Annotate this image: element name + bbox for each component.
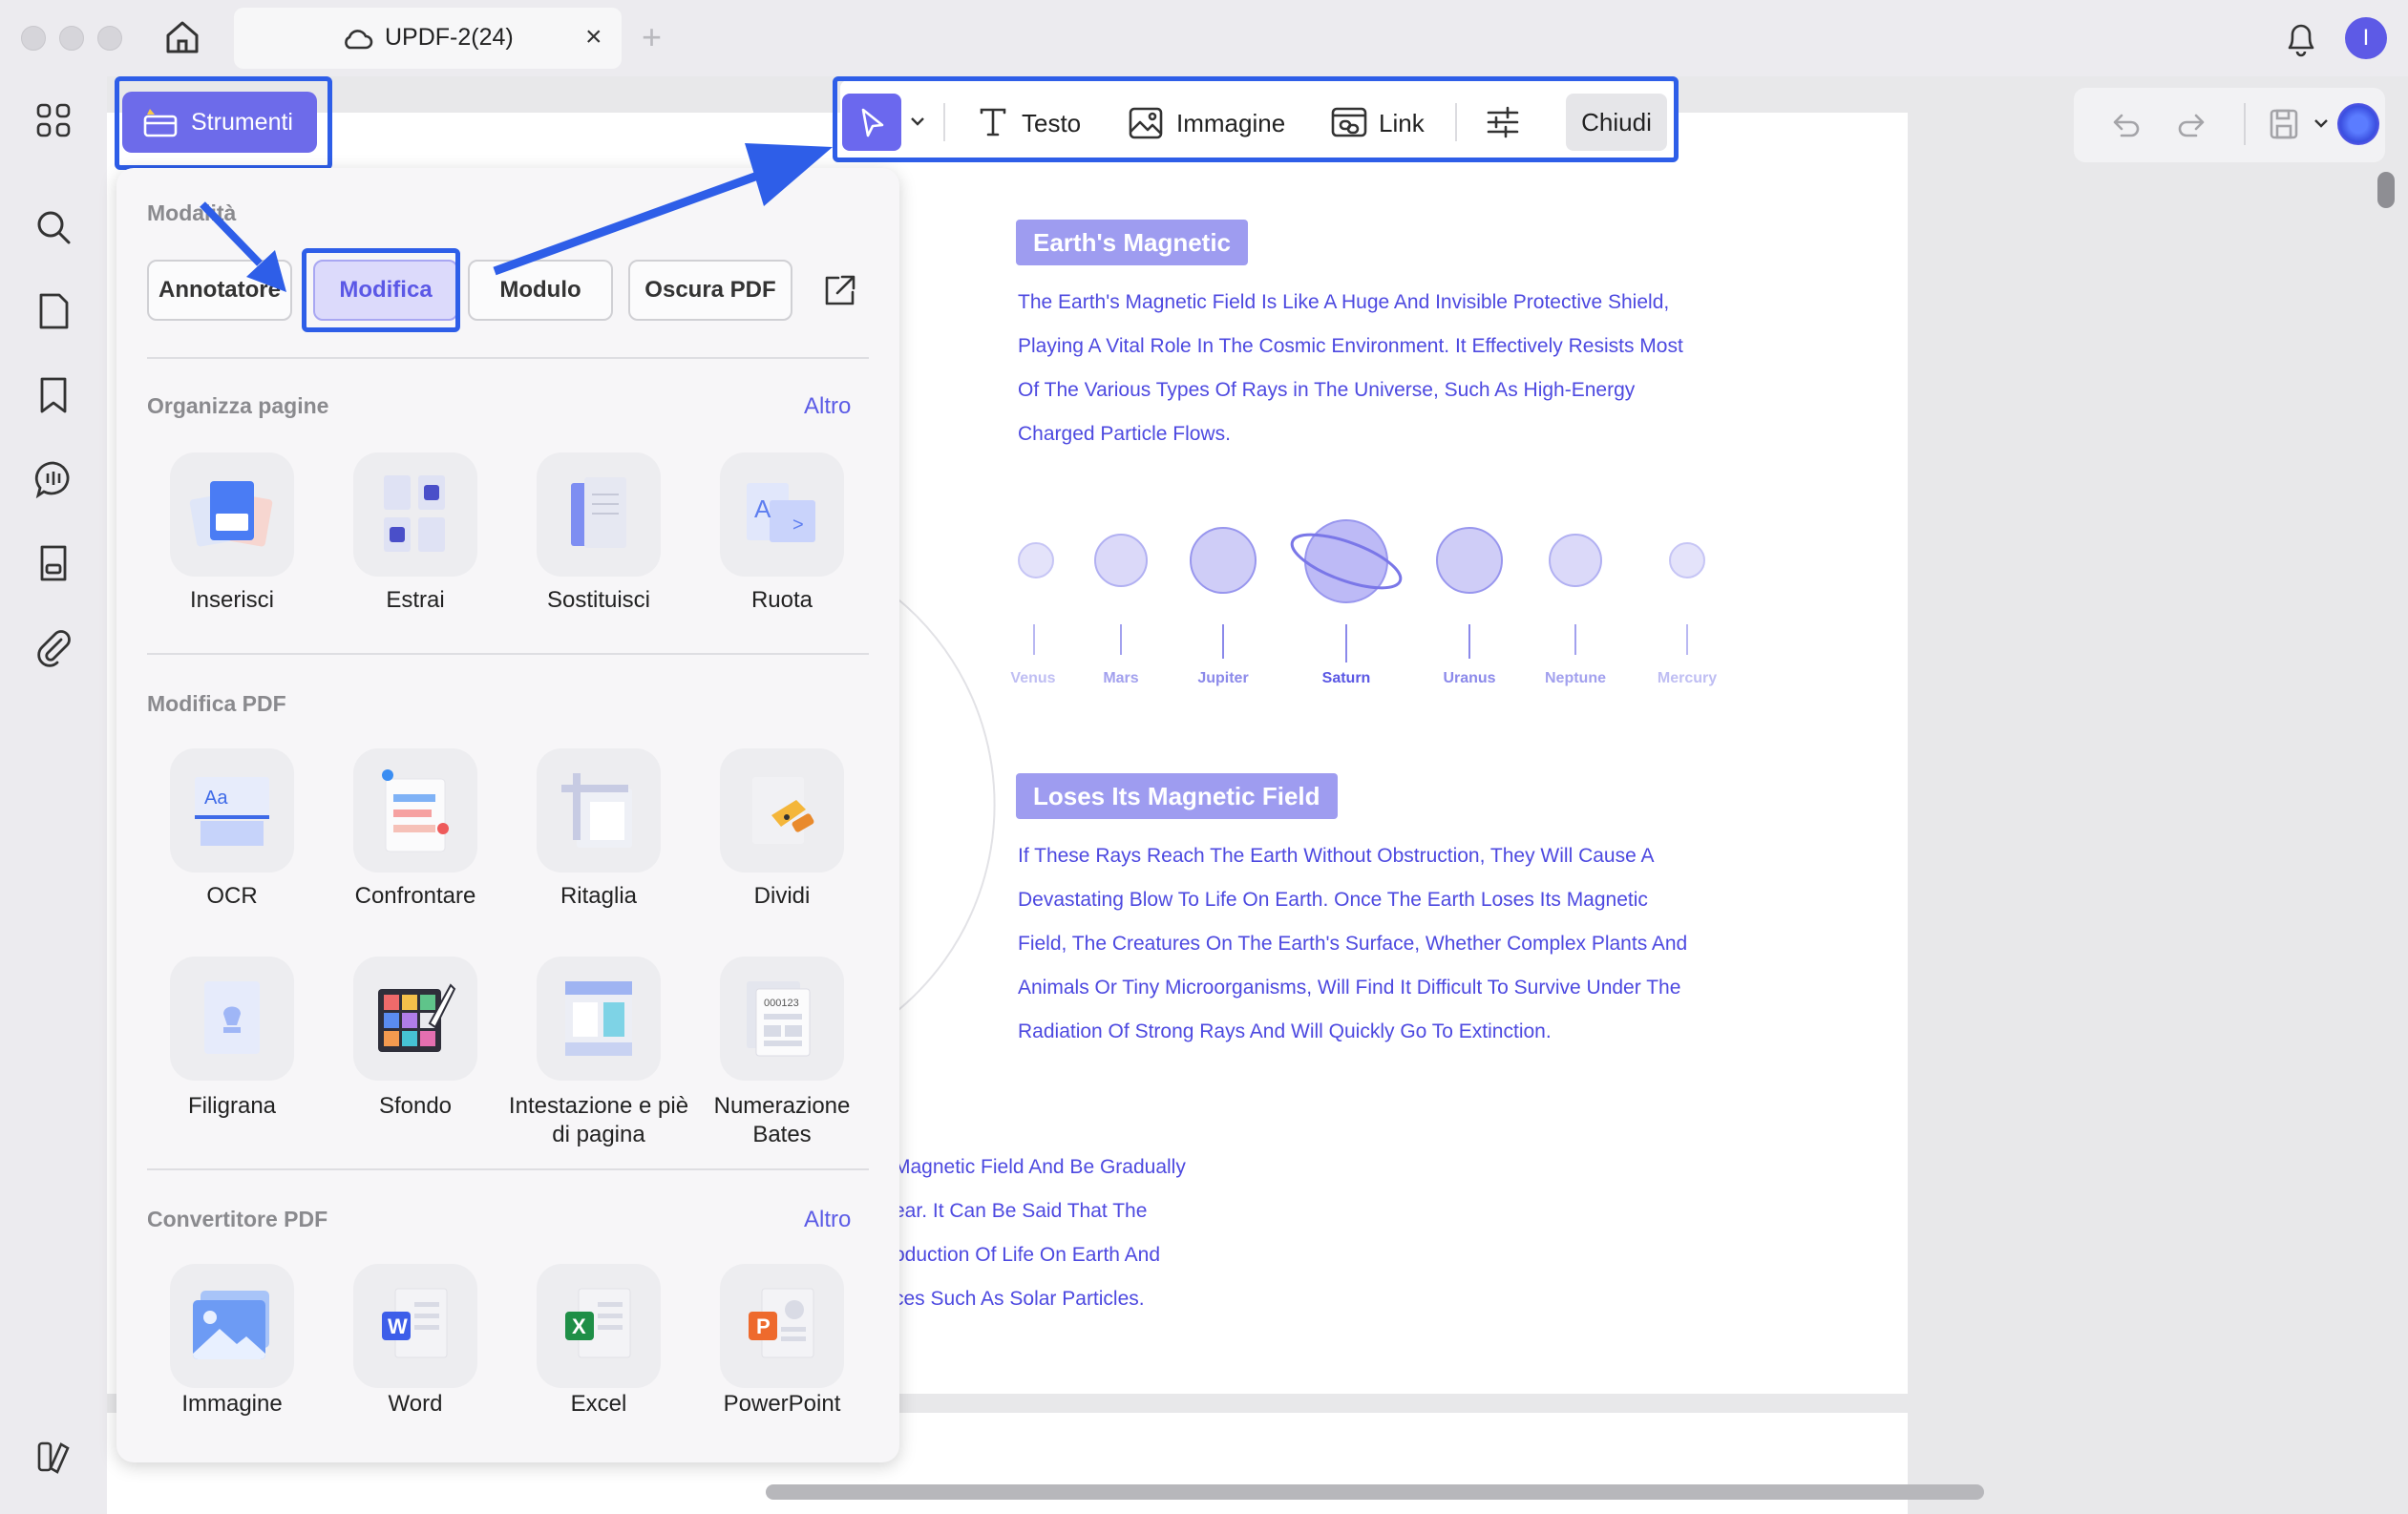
arrow-to-edit-mode [200, 201, 286, 292]
arrow-to-toolbar [493, 143, 833, 276]
annotation-arrows [200, 143, 833, 292]
